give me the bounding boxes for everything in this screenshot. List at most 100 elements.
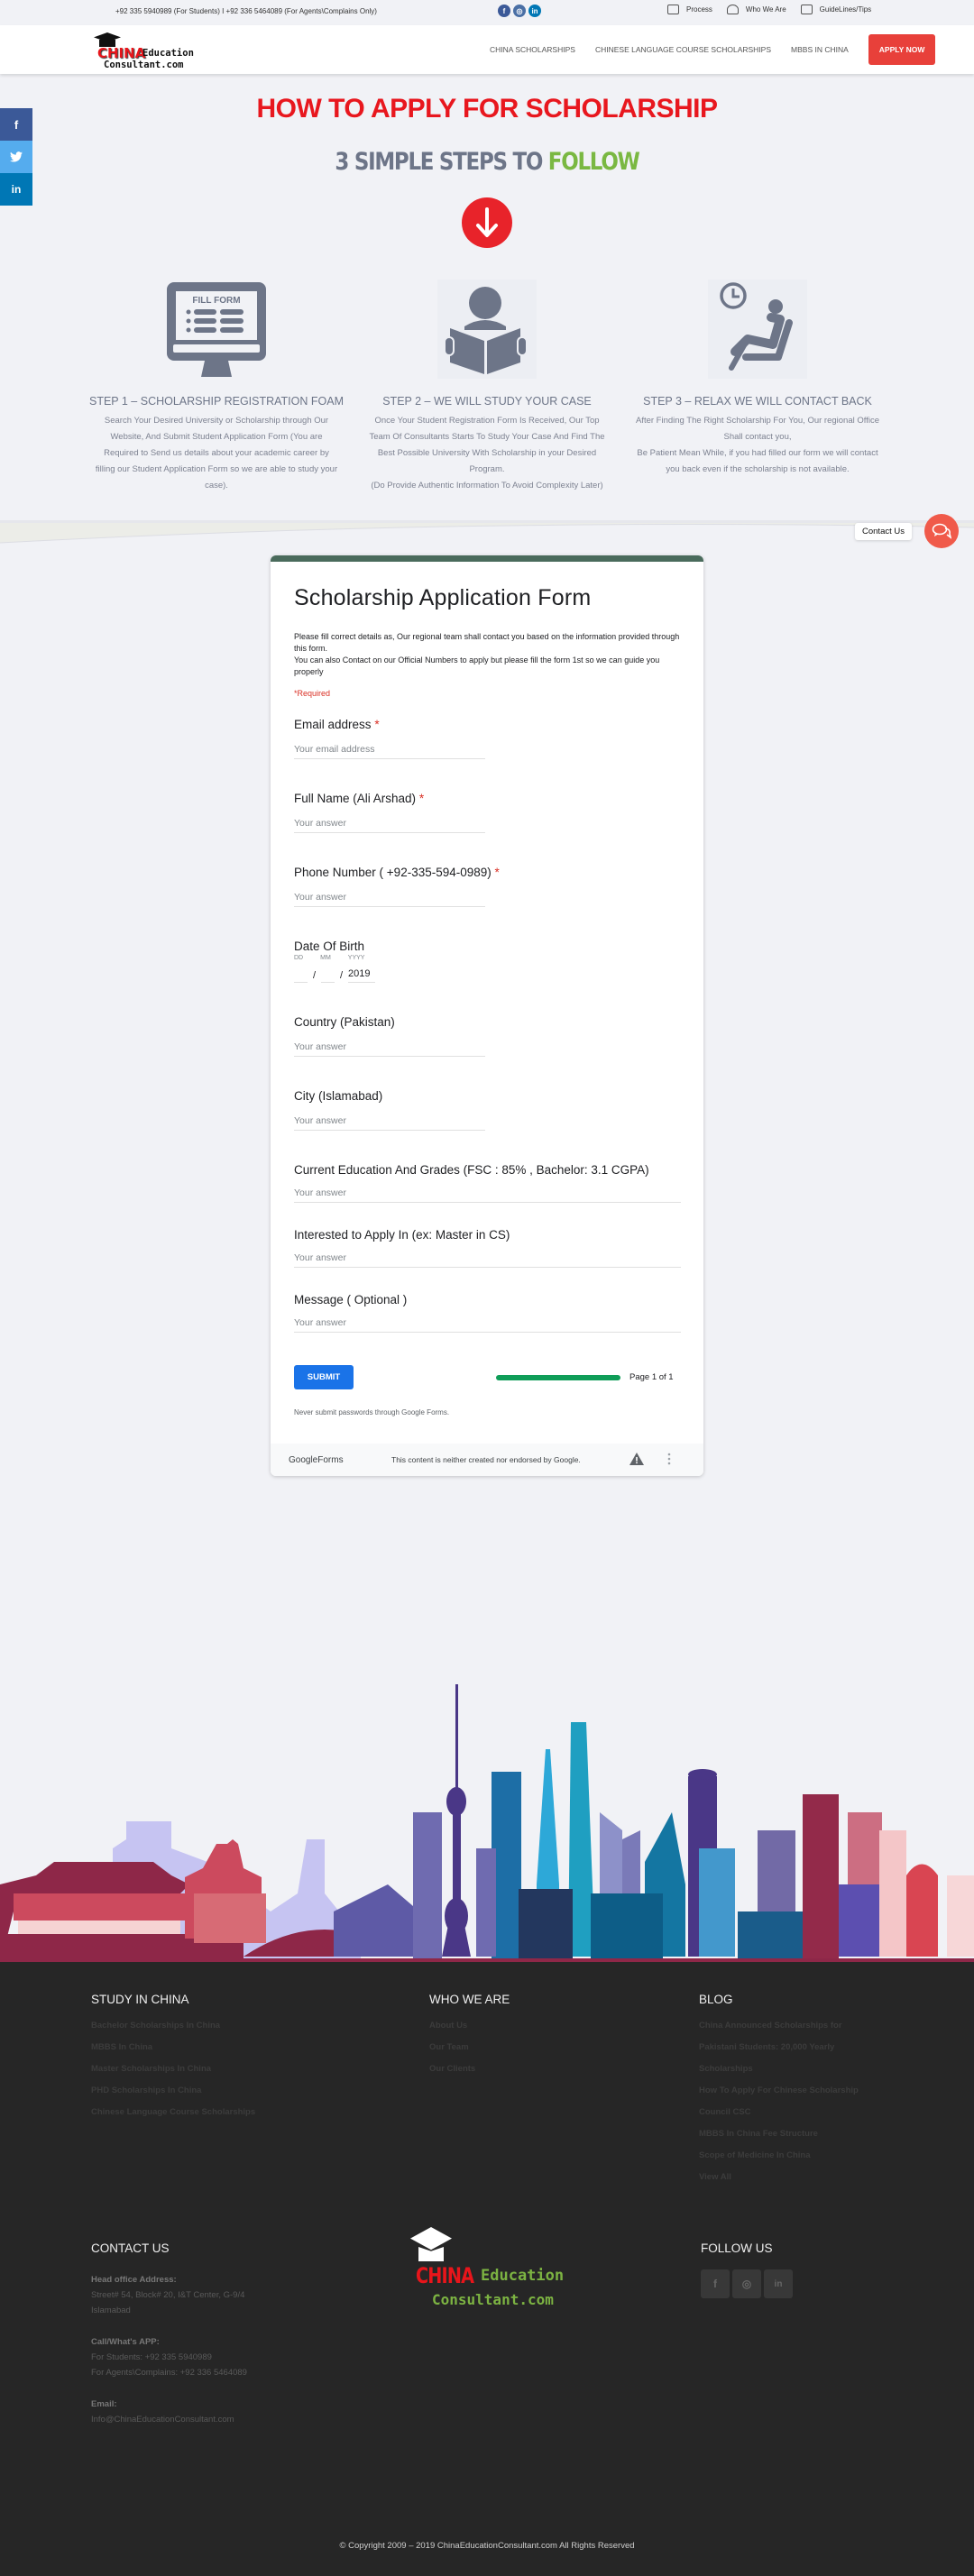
footer-link[interactable]: View All xyxy=(699,2172,859,2182)
dob-separator: / xyxy=(312,970,317,981)
yyyy-label: YYYY xyxy=(347,955,365,961)
footer-link[interactable]: MBBS In China Fee Structure xyxy=(699,2129,859,2139)
footer-link[interactable]: PHD Scholarships In China xyxy=(91,2086,255,2095)
page-title: HOW TO APPLY FOR SCHOLARSHIP xyxy=(256,94,718,124)
dob-day-input[interactable] xyxy=(294,968,308,983)
instagram-icon[interactable]: ◎ xyxy=(513,5,526,17)
password-warning: Never submit passwords through Google Fo… xyxy=(294,1408,450,1416)
linkedin-icon[interactable]: in xyxy=(764,2269,793,2298)
footer-link[interactable]: Our Clients xyxy=(429,2064,510,2074)
steps-section: FILL FORM STEP 1 – SCHOLARSHIP REGISTRAT… xyxy=(81,280,893,494)
dob-year-input[interactable]: 2019 xyxy=(348,968,375,983)
footer-link[interactable]: Chinese Language Course Scholarships xyxy=(91,2107,255,2117)
students-phone[interactable]: For Students: +92 335 5940989 xyxy=(91,2352,247,2362)
question-label: City (Islamabad) xyxy=(294,1089,383,1103)
agents-phone[interactable]: For Agents\Complains: +92 336 5464089 xyxy=(91,2368,247,2378)
nav-china-scholarships[interactable]: CHINA SCHOLARSHIPS xyxy=(490,45,575,54)
footer-link[interactable]: Bachelor Scholarships In China xyxy=(91,2021,255,2031)
question-label: Phone Number ( +92-335-594-0989) * xyxy=(294,866,500,879)
report-abuse-warning-icon[interactable] xyxy=(629,1453,644,1467)
page-subtitle: 3 SIMPLE STEPS TO FOLLOW xyxy=(73,148,901,176)
nav-mbbs-in-china[interactable]: MBBS IN CHINA xyxy=(791,45,849,54)
phone-input[interactable]: Your answer xyxy=(294,892,485,907)
footer-link[interactable]: Our Team xyxy=(429,2042,510,2052)
dob-inputs: / / 2019 xyxy=(294,968,680,983)
apply-now-button[interactable]: APPLY NOW xyxy=(868,34,936,65)
footer-link[interactable]: Council CSC xyxy=(699,2107,859,2117)
message-input[interactable]: Your answer xyxy=(294,1317,681,1333)
step-1: FILL FORM STEP 1 – SCHOLARSHIP REGISTRAT… xyxy=(81,280,352,494)
contact-us-label[interactable]: Contact Us xyxy=(855,522,912,540)
graduation-cap-icon xyxy=(410,2227,452,2251)
footer-link[interactable]: How To Apply For Chinese Scholarship xyxy=(699,2086,859,2095)
top-link-who-we-are[interactable]: Who We Are xyxy=(726,5,786,14)
form-progress-bar xyxy=(496,1374,620,1380)
linkedin-icon[interactable]: in xyxy=(528,5,541,17)
full-name-input[interactable]: Your answer xyxy=(294,818,485,833)
top-bar: +92 335 5940989 (For Students) I +92 336… xyxy=(0,0,974,25)
address-label: Head office Address: xyxy=(91,2275,177,2285)
question-interested-in: Interested to Apply In (ex: Master in CS… xyxy=(294,1228,681,1268)
call-label: Call/What's APP: xyxy=(91,2337,160,2347)
footer-logo[interactable]: CHINA Education Consultant.com xyxy=(410,2227,573,2317)
chat-bubbles-icon[interactable] xyxy=(924,514,959,548)
nav-chinese-language-course[interactable]: CHINESE LANGUAGE COURSE SCHOLARSHIPS xyxy=(595,45,771,54)
footer-link[interactable]: MBBS In China xyxy=(91,2042,255,2052)
footer-heading: WHO WE ARE xyxy=(429,1993,510,2006)
scroll-down-arrow-icon[interactable] xyxy=(462,197,512,248)
footer-follow-us: FOLLOW US f ◎ in xyxy=(701,2241,793,2298)
footer-link[interactable]: Scholarships xyxy=(699,2064,859,2074)
footer-link[interactable]: China Announced Scholarships for xyxy=(699,2021,859,2031)
logo-consultant-text: Consultant.com xyxy=(104,60,184,70)
interested-in-input[interactable]: Your answer xyxy=(294,1252,681,1268)
section-divider xyxy=(0,520,974,544)
logo-education-text: Education xyxy=(481,2267,565,2285)
contact-email[interactable]: Info@ChinaEducationConsultant.com xyxy=(91,2415,247,2425)
top-link-process[interactable]: Process xyxy=(667,5,712,14)
question-email: Email address * Your email address xyxy=(294,718,680,759)
email-label: Email: xyxy=(91,2399,117,2409)
footer-heading: FOLLOW US xyxy=(701,2241,773,2255)
footer-link[interactable]: Pakistani Students: 20,000 Yearly xyxy=(699,2042,859,2052)
logo-education-text: Education xyxy=(142,48,194,59)
twitter-share-button[interactable] xyxy=(0,141,32,173)
linkedin-share-button[interactable]: in xyxy=(0,173,32,206)
progress-fill xyxy=(496,1374,620,1380)
footer-study-in-china: STUDY IN CHINA Bachelor Scholarships In … xyxy=(91,1993,255,2129)
footer-link[interactable]: Scope of Medicine In China xyxy=(699,2150,859,2160)
scholarship-application-form: Scholarship Application Form Please fill… xyxy=(271,555,703,1476)
more-options-icon[interactable] xyxy=(667,1453,671,1467)
top-link-guidelines[interactable]: GuideLines/Tips xyxy=(800,5,872,14)
dob-month-input[interactable] xyxy=(321,968,335,983)
city-input[interactable]: Your answer xyxy=(294,1115,485,1131)
facebook-icon[interactable]: f xyxy=(701,2269,730,2298)
google-forms-footer: GoogleForms This content is neither crea… xyxy=(271,1444,703,1476)
site-logo[interactable]: CHINA Education Consultant.com xyxy=(90,31,207,72)
form-header-stripe xyxy=(271,555,703,562)
question-city: City (Islamabad) Your answer xyxy=(294,1089,680,1131)
guidelines-icon xyxy=(800,5,813,14)
top-link-label: GuideLines/Tips xyxy=(819,5,872,14)
form-title: Scholarship Application Form xyxy=(294,585,592,610)
footer-link[interactable]: About Us xyxy=(429,2021,510,2031)
reading-person-icon xyxy=(437,280,537,379)
education-input[interactable]: Your answer xyxy=(294,1187,681,1203)
facebook-icon[interactable]: f xyxy=(498,5,510,17)
country-input[interactable]: Your answer xyxy=(294,1041,485,1057)
question-label: Interested to Apply In (ex: Master in CS… xyxy=(294,1228,510,1242)
google-disclaimer: This content is neither created nor endo… xyxy=(391,1455,581,1464)
question-label: Message ( Optional ) xyxy=(294,1293,408,1306)
dd-label: DD xyxy=(294,955,304,961)
submit-button[interactable]: SUBMIT xyxy=(294,1365,354,1389)
dob-separator: / xyxy=(339,970,344,981)
step-title: STEP 3 – RELAX WE WILL CONTACT BACK xyxy=(643,395,872,408)
china-skyline-illustration xyxy=(0,1684,974,1966)
fill-form-label: FILL FORM xyxy=(192,296,240,306)
google-forms-logo[interactable]: GoogleForms xyxy=(289,1455,391,1465)
question-label: Current Education And Grades (FSC : 85% … xyxy=(294,1163,649,1177)
email-input[interactable]: Your email address xyxy=(294,744,485,759)
subtitle-main: 3 SIMPLE STEPS TO xyxy=(335,148,548,176)
footer-link[interactable]: Master Scholarships In China xyxy=(91,2064,255,2074)
contact-us-widget[interactable]: Contact Us xyxy=(855,514,959,548)
instagram-icon[interactable]: ◎ xyxy=(732,2269,761,2298)
